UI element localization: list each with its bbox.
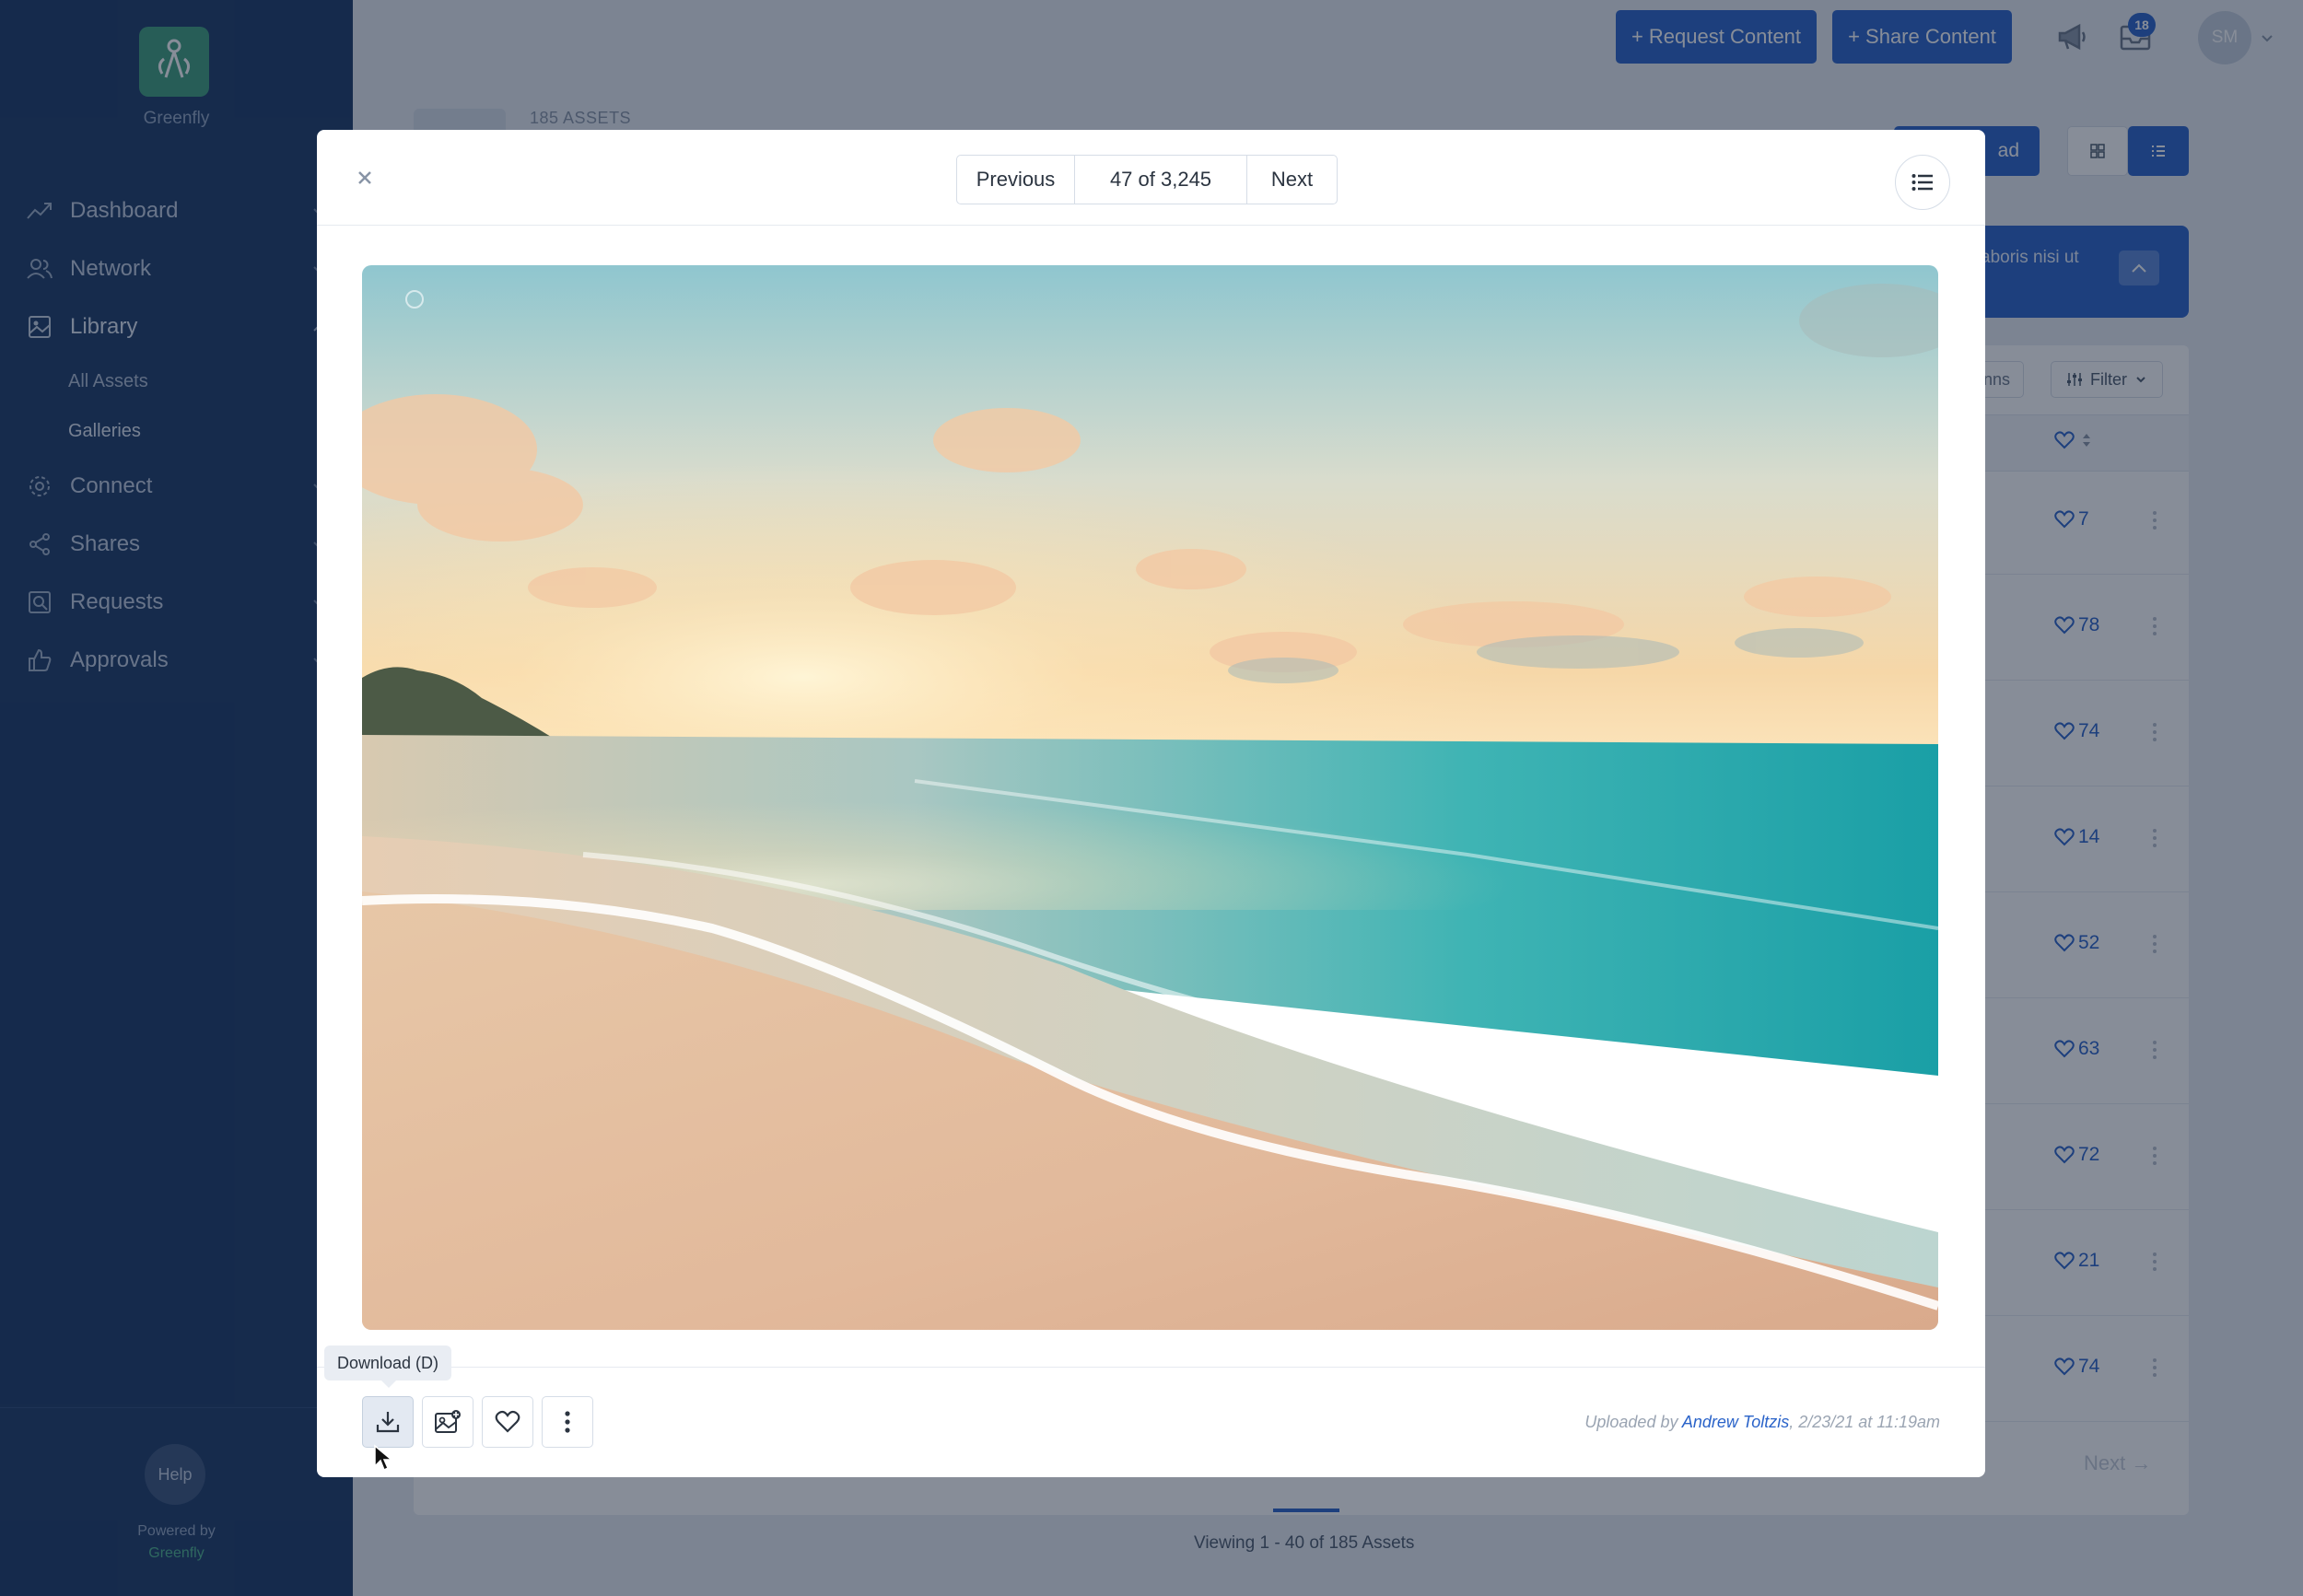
mouse-cursor-icon <box>374 1444 394 1472</box>
download-button[interactable] <box>362 1396 414 1448</box>
close-icon <box>358 171 371 184</box>
previous-button[interactable]: Previous <box>957 156 1075 204</box>
asset-position: 47 of 3,245 <box>1075 156 1247 204</box>
asset-select-circle[interactable] <box>405 290 424 309</box>
favorite-button[interactable] <box>482 1396 533 1448</box>
modal-footer-divider <box>317 1367 1985 1368</box>
modal-header-divider <box>317 225 1985 226</box>
download-icon <box>376 1412 400 1433</box>
uploader-link[interactable]: Andrew Toltzis <box>1682 1413 1789 1431</box>
download-tooltip: Download (D) <box>324 1346 452 1388</box>
asset-image <box>362 265 1938 1330</box>
next-button[interactable]: Next <box>1247 156 1337 204</box>
close-button[interactable] <box>354 167 376 189</box>
details-toggle-button[interactable] <box>1895 155 1950 210</box>
asset-pager: Previous 47 of 3,245 Next <box>956 155 1338 204</box>
asset-preview-modal: Previous 47 of 3,245 Next Download (D) U… <box>317 130 1985 1477</box>
list-details-icon <box>1911 174 1933 191</box>
upload-info: Uploaded by Andrew Toltzis, 2/23/21 at 1… <box>1584 1413 1940 1432</box>
uploaded-prefix: Uploaded by <box>1584 1413 1678 1431</box>
uploaded-date: , 2/23/21 at 11:19am <box>1789 1413 1940 1431</box>
image-add-icon <box>435 1410 461 1433</box>
add-to-gallery-button[interactable] <box>422 1396 473 1448</box>
heart-icon <box>495 1410 520 1433</box>
more-options-button[interactable] <box>542 1396 593 1448</box>
kebab-icon <box>565 1411 570 1433</box>
